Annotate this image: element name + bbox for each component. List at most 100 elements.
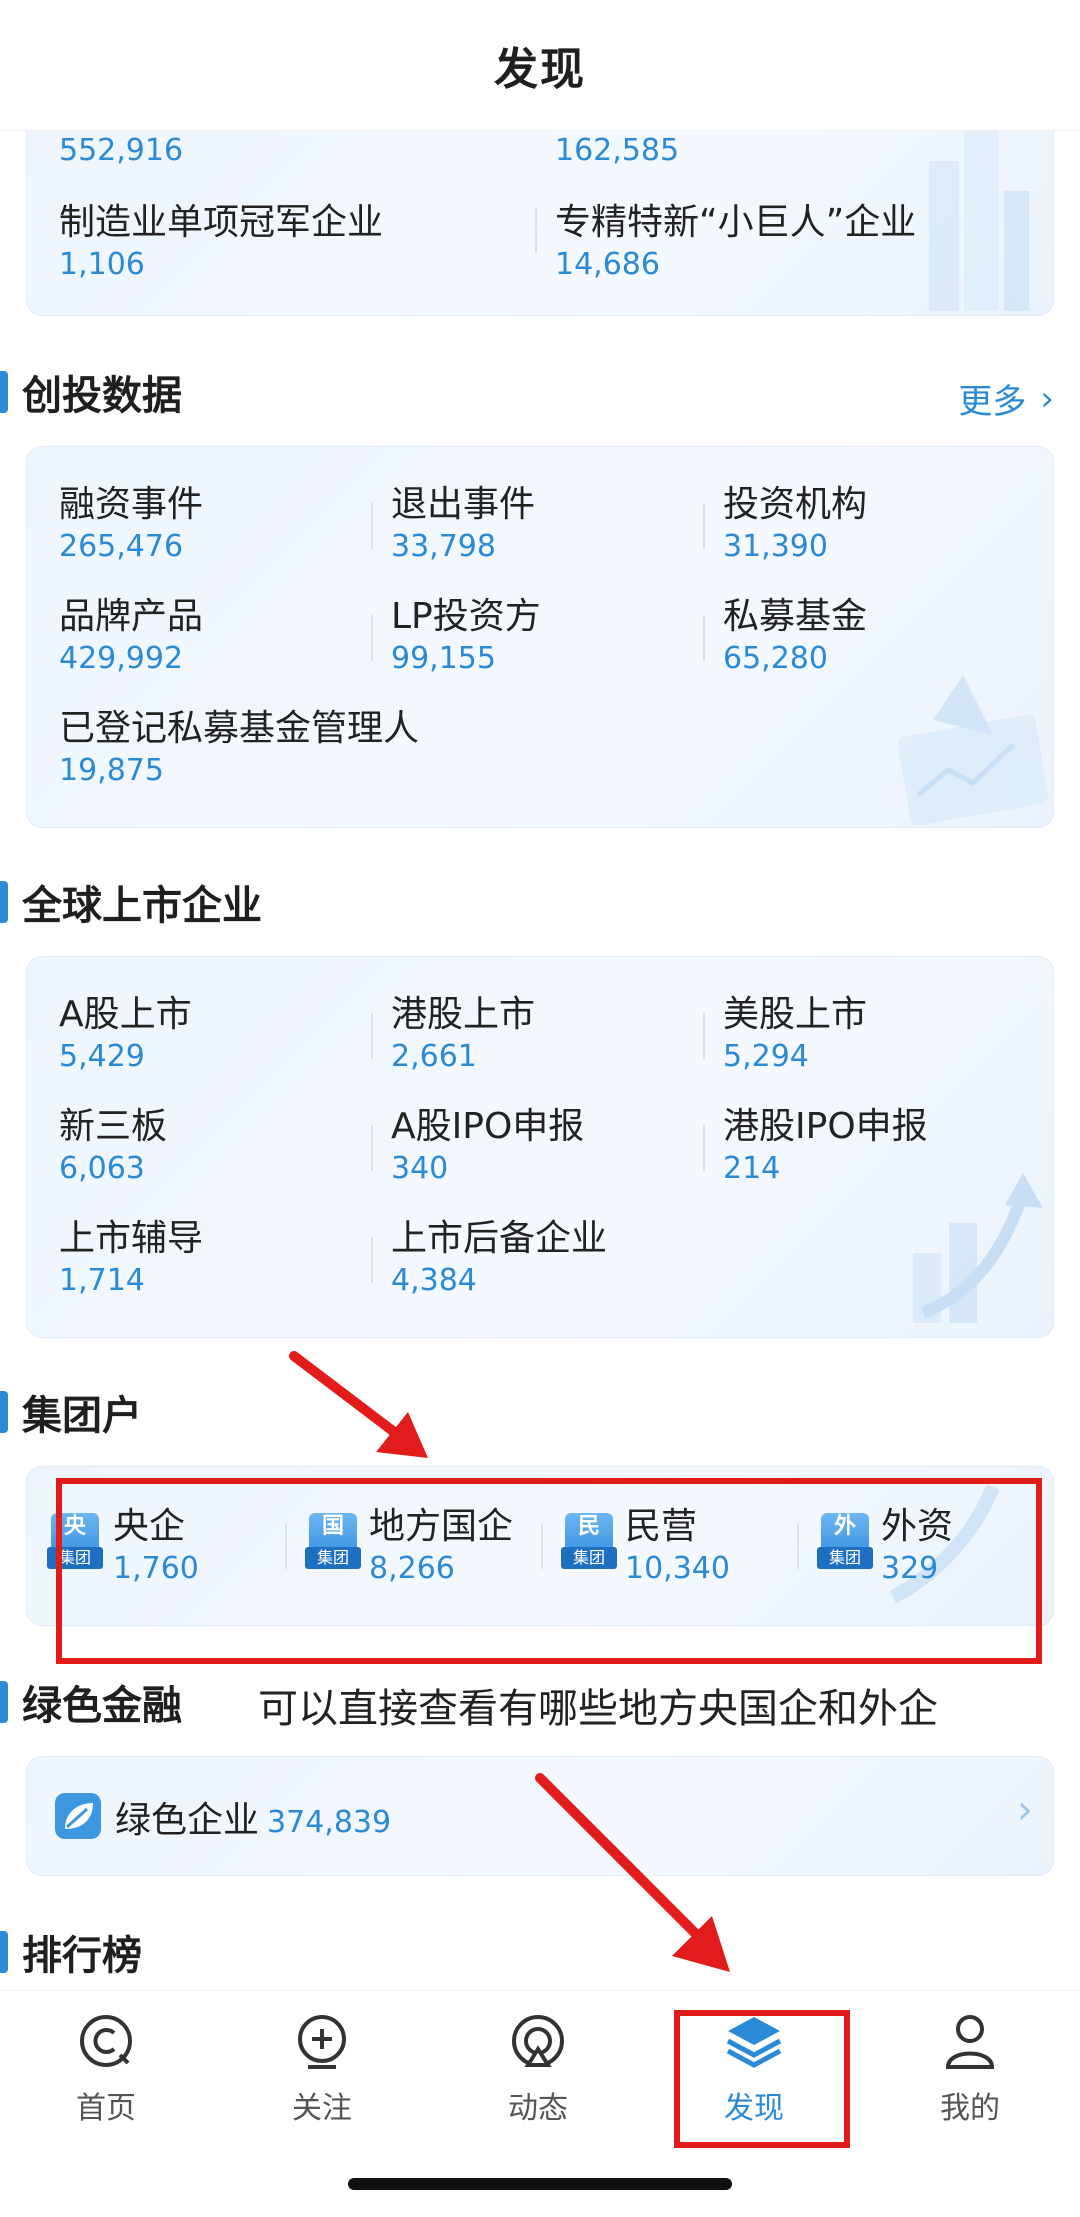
stat-name: 美股上市 (723, 994, 868, 1035)
stat-private-funds[interactable]: 私募基金 65,280 (723, 595, 867, 679)
section-title: 集团户 (22, 1393, 142, 1439)
stat-name: 上市后备企业 (391, 1218, 608, 1259)
home-indicator[interactable] (348, 2178, 732, 2190)
green-enterprise-row: 绿色企业 374,839 (115, 1791, 391, 1843)
section-green-header: 绿色金融 (0, 1672, 182, 1732)
section-vc-header: 创投数据 (0, 362, 182, 422)
stat-hk-ipo[interactable]: 港股IPO申报 214 (723, 1105, 928, 1189)
section-accent-bar (0, 1391, 8, 1433)
nav-item-profile[interactable]: 我的 (900, 2011, 1040, 2127)
activity-icon (512, 2015, 564, 2067)
chevron-right-icon: › (1017, 1787, 1033, 1833)
follow-plus-icon (298, 2015, 346, 2069)
divider (371, 1013, 373, 1059)
stat-lp-investors[interactable]: LP投资方 99,155 (391, 595, 541, 679)
stat-neeq[interactable]: 新三板 6,063 (59, 1105, 167, 1189)
stat-name: 品牌产品 (59, 596, 204, 637)
stat-us-listed[interactable]: 美股上市 5,294 (723, 993, 867, 1077)
home-icon (80, 2015, 132, 2067)
stat-value: 1,714 (59, 1263, 145, 1298)
page-title: 发现 (494, 44, 586, 95)
annotation-arrow-2-icon (535, 1773, 730, 1972)
partial-stat-left[interactable]: 552,916 (59, 131, 183, 171)
section-title: 绿色金融 (22, 1683, 182, 1729)
divider (371, 503, 373, 549)
enterprise-card: 552,916 162,585 制造业单项冠军企业 1,106 专精特新“小巨人… (26, 100, 1054, 316)
stat-name: 投资机构 (723, 484, 868, 525)
green-enterprise-value: 374,839 (267, 1805, 392, 1840)
divider (535, 207, 537, 253)
stat-value: 14,686 (555, 247, 660, 282)
vc-card: 融资事件 265,476 退出事件 33,798 投资机构 31,390 品牌产… (26, 446, 1054, 828)
top-bar: 发现 (0, 0, 1080, 131)
stat-listing-tutoring[interactable]: 上市辅导 1,714 (59, 1217, 203, 1301)
green-enterprise-label: 绿色企业 (115, 1800, 260, 1841)
stat-value: 162,585 (555, 133, 680, 168)
stat-name: 港股上市 (391, 994, 536, 1035)
nav-item-activity[interactable]: 动态 (468, 2011, 608, 2127)
partial-stat-right[interactable]: 162,585 (555, 131, 679, 171)
annotation-highlight-box (56, 1478, 1042, 1664)
leaf-icon (55, 1793, 101, 1839)
section-listed-header: 全球上市企业 (0, 872, 262, 932)
nav-label: 我的 (940, 2091, 1000, 2126)
stat-registered-fund-managers[interactable]: 已登记私募基金管理人 19,875 (59, 707, 419, 791)
stat-value: 19,875 (59, 753, 164, 788)
profile-icon (945, 2015, 995, 2069)
stat-name: 港股IPO申报 (723, 1106, 928, 1147)
stat-name: 已登记私募基金管理人 (59, 708, 420, 749)
section-accent-bar (0, 1931, 8, 1973)
chevron-right-icon: › (1040, 378, 1054, 419)
stat-a-share-ipo[interactable]: A股IPO申报 340 (391, 1105, 584, 1189)
stat-name: 融资事件 (59, 484, 204, 525)
stat-a-share-listed[interactable]: A股上市 5,429 (59, 993, 192, 1077)
stat-brand-products[interactable]: 品牌产品 429,992 (59, 595, 203, 679)
stat-listing-reserve[interactable]: 上市后备企业 4,384 (391, 1217, 607, 1301)
stat-value: 65,280 (723, 641, 828, 676)
stat-name: 上市辅导 (59, 1218, 204, 1259)
paper-plane-chart-decoration-icon (897, 675, 1049, 825)
annotation-text: 可以直接查看有哪些地方央国企和外企 (258, 1686, 938, 1732)
stat-name: A股上市 (59, 994, 192, 1035)
stat-single-champion[interactable]: 制造业单项冠军企业 1,106 (59, 201, 383, 285)
stat-name: 退出事件 (391, 484, 536, 525)
stat-value: 265,476 (59, 529, 184, 564)
section-ranking-header: 排行榜 (0, 1922, 142, 1982)
section-accent-bar (0, 881, 8, 923)
stat-value: 31,390 (723, 529, 828, 564)
listed-card: A股上市 5,429 港股上市 2,661 美股上市 5,294 新三板 6,0… (26, 956, 1054, 1338)
divider (371, 1125, 373, 1171)
divider (371, 615, 373, 661)
section-group-header: 集团户 (0, 1382, 142, 1442)
stat-name: LP投资方 (391, 596, 541, 637)
stat-value: 2,661 (391, 1039, 477, 1074)
nav-item-follow[interactable]: 关注 (252, 2011, 392, 2127)
stat-value: 1,106 (59, 247, 145, 282)
nav-item-home[interactable]: 首页 (36, 2011, 176, 2127)
divider (703, 1013, 705, 1059)
section-title: 全球上市企业 (22, 883, 262, 929)
stat-name: 私募基金 (723, 596, 868, 637)
stat-financing-events[interactable]: 融资事件 265,476 (59, 483, 203, 567)
nav-label: 关注 (292, 2091, 352, 2126)
stat-exit-events[interactable]: 退出事件 33,798 (391, 483, 535, 567)
stat-value: 429,992 (59, 641, 184, 676)
divider (371, 1237, 373, 1283)
section-accent-bar (0, 371, 8, 413)
stat-value: 5,294 (723, 1039, 809, 1074)
stat-name: 新三板 (59, 1106, 168, 1147)
stat-little-giant[interactable]: 专精特新“小巨人”企业 14,686 (555, 201, 916, 285)
stat-value: 99,155 (391, 641, 496, 676)
vc-more-link[interactable]: 更多 › (958, 374, 1054, 423)
stat-hk-listed[interactable]: 港股上市 2,661 (391, 993, 535, 1077)
stat-value: 340 (391, 1151, 449, 1186)
nav-label: 首页 (76, 2091, 136, 2126)
stat-value: 214 (723, 1151, 781, 1186)
divider (703, 1125, 705, 1171)
stat-investment-institutions[interactable]: 投资机构 31,390 (723, 483, 867, 567)
annotation-nav-highlight-box (674, 2010, 850, 2148)
stat-name: 制造业单项冠军企业 (59, 202, 384, 243)
stat-value: 6,063 (59, 1151, 145, 1186)
stat-value: 33,798 (391, 529, 496, 564)
stat-value: 5,429 (59, 1039, 145, 1074)
